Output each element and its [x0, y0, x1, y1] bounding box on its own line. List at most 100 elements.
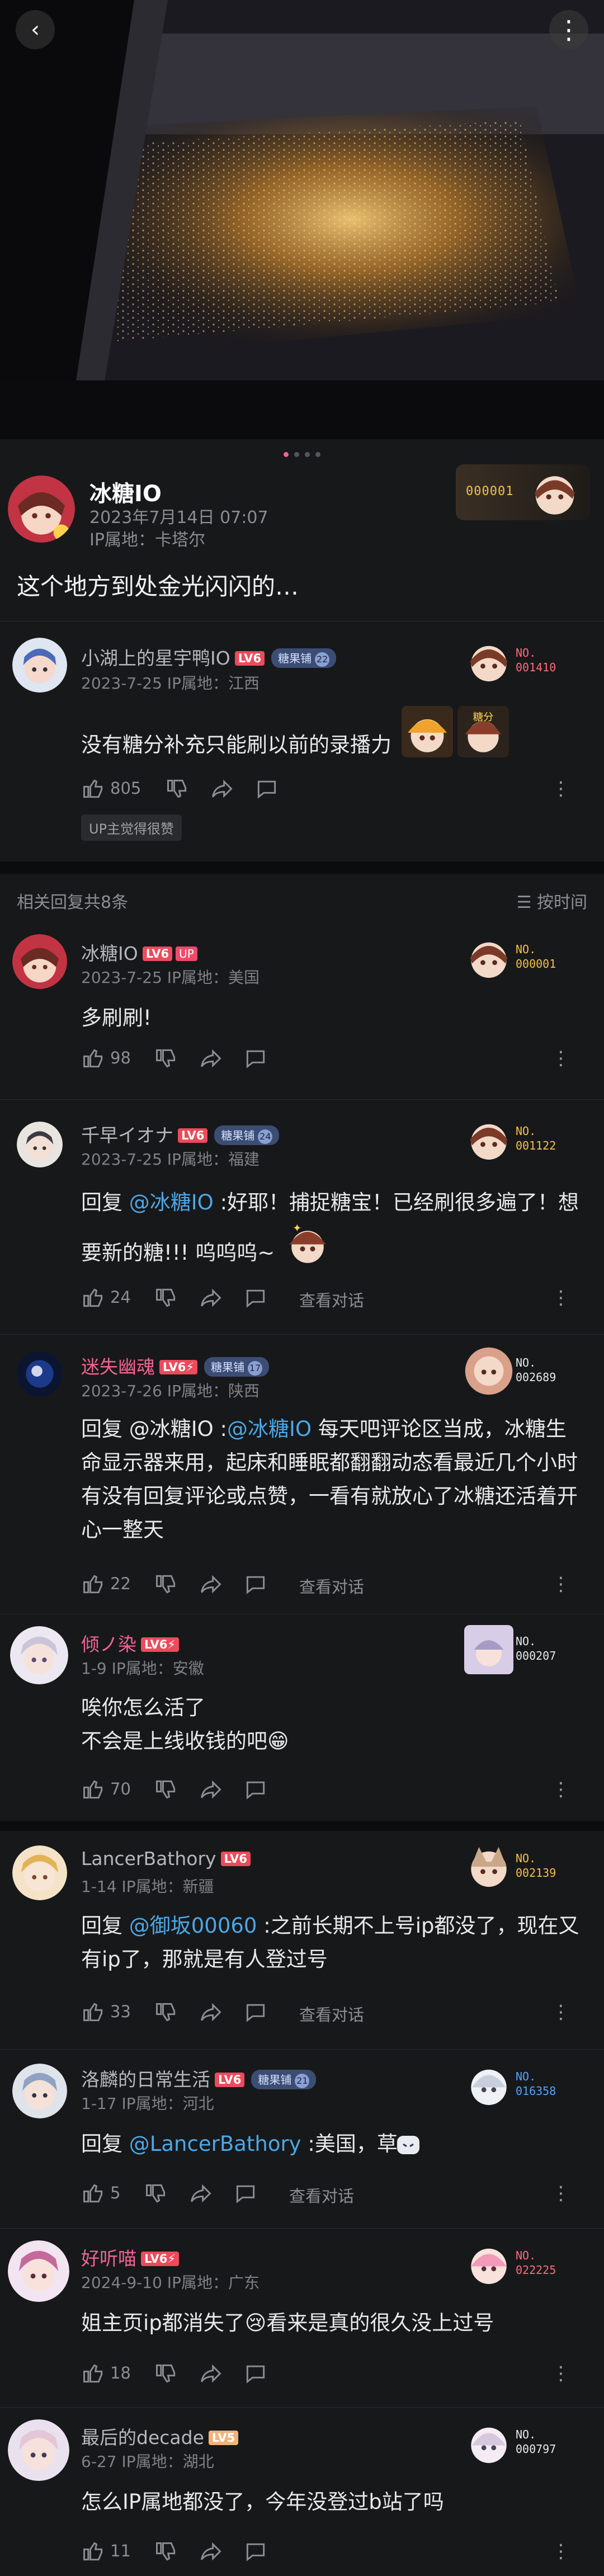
like-icon[interactable]	[81, 1285, 106, 1310]
commenter-avatar[interactable]	[10, 1626, 68, 1684]
share-icon[interactable]	[199, 2000, 223, 2024]
commenter-name[interactable]: 洛麟的日常生活 LV6 糖果铺 21	[81, 2065, 317, 2092]
like-icon[interactable]	[81, 2000, 106, 2024]
reply-icon[interactable]	[243, 2000, 268, 2024]
commenter-name[interactable]: LancerBathory LV6	[81, 1848, 251, 1869]
back-button[interactable]: ‹	[16, 10, 55, 49]
fan-no-badge[interactable]: NO. 001122	[464, 1112, 576, 1167]
share-icon[interactable]	[188, 2181, 213, 2206]
comment-text: 姐主页ip都消失了😢看来是真的很久没上过号	[81, 2311, 494, 2335]
dislike-icon[interactable]	[154, 1285, 178, 1310]
comment-meta: 6-27 IP属地：湖北	[81, 2452, 214, 2471]
up-liked-tag: UP主觉得很赞	[81, 814, 182, 841]
more-button[interactable]: ⋮	[549, 10, 588, 49]
reply-icon[interactable]	[243, 1777, 268, 1802]
reply-icon[interactable]	[243, 2361, 268, 2386]
fan-no-badge[interactable]: NO. 000797	[464, 2415, 576, 2471]
commenter-name[interactable]: 千早イオナ LV6 糖果铺 24	[81, 1120, 280, 1147]
dislike-icon[interactable]	[154, 2539, 178, 2564]
mention-link[interactable]: @LancerBathory	[129, 2132, 301, 2156]
fan-medal[interactable]: 糖果铺 24	[214, 1125, 280, 1145]
like-icon[interactable]	[81, 1777, 106, 1802]
commenter-avatar[interactable]	[17, 1122, 63, 1167]
comment-text-content: :美国，草	[301, 2132, 398, 2156]
fan-no-badge[interactable]: NO. 000207	[464, 1622, 576, 1678]
commenter-name[interactable]: 小湖上的星宇鸭IO LV6 糖果铺 22	[81, 643, 337, 670]
commenter-name[interactable]: 冰糖IO LV6 UP	[81, 939, 197, 966]
fan-medal[interactable]: 糖果铺 17	[204, 1357, 270, 1377]
commenter-avatar[interactable]	[12, 934, 67, 989]
reply-item: 倾ノ染 LV6⚡ 1-9 IP属地：安徽 NO. 000207 唉你怎么活了 不会是上…	[0, 1614, 604, 1821]
mention-link[interactable]: @冰糖IO	[129, 1190, 214, 1214]
dislike-icon[interactable]	[154, 1572, 178, 1597]
like-icon[interactable]	[81, 2361, 106, 2386]
post-image[interactable]: ‹ ⋮	[0, 0, 604, 439]
reply-icon[interactable]	[243, 1046, 268, 1071]
like-count: 98	[110, 1048, 131, 1067]
share-icon[interactable]	[199, 1285, 223, 1310]
commenter-avatar[interactable]	[8, 2240, 69, 2302]
view-conversation-link[interactable]: 查看对话	[289, 2183, 354, 2207]
commenter-avatar[interactable]	[12, 2064, 67, 2118]
fan-no-badge[interactable]: NO. 016358	[464, 2057, 576, 2113]
mention-link[interactable]: @御坂00060	[129, 1914, 257, 1938]
fan-no-badge[interactable]: NO. 000001	[464, 930, 576, 986]
like-icon[interactable]	[81, 776, 106, 801]
dislike-icon[interactable]	[154, 1777, 178, 1802]
comment-more-icon[interactable]: ⋮	[551, 778, 570, 800]
like-icon[interactable]	[81, 2181, 106, 2206]
commenter-name[interactable]: 好听喵 LV6⚡	[81, 2244, 180, 2271]
share-icon[interactable]	[199, 2361, 223, 2386]
view-conversation-link[interactable]: 查看对话	[299, 2002, 364, 2026]
commenter-name[interactable]: 迷失幽魂 LV6⚡ 糖果铺 17	[81, 1352, 270, 1379]
view-conversation-link[interactable]: 查看对话	[299, 1288, 364, 1311]
badge-number: 002689	[516, 1371, 556, 1384]
share-icon[interactable]	[199, 1572, 223, 1597]
like-icon[interactable]	[81, 2539, 106, 2564]
share-icon[interactable]	[199, 1046, 223, 1071]
comment-more-icon[interactable]: ⋮	[551, 1778, 570, 1801]
share-icon[interactable]	[199, 1777, 223, 1802]
comment-more-icon[interactable]: ⋮	[551, 2182, 570, 2205]
fan-medal[interactable]: 糖果铺 21	[251, 2070, 317, 2089]
sort-toggle[interactable]: ☰ 按时间	[517, 888, 587, 913]
comment-more-icon[interactable]: ⋮	[551, 2362, 570, 2385]
mention-link[interactable]: @冰糖IO	[227, 1417, 312, 1441]
reply-icon[interactable]	[243, 1285, 268, 1310]
commenter-avatar[interactable]	[12, 638, 67, 693]
comment-more-icon[interactable]: ⋮	[551, 2001, 570, 2023]
up-tag: UP	[176, 946, 197, 961]
fan-medal[interactable]: 糖果铺 22	[271, 648, 337, 668]
commenter-avatar[interactable]	[12, 1845, 67, 1900]
badge-number: 022225	[516, 2263, 556, 2277]
commenter-avatar[interactable]	[8, 2419, 69, 2481]
dislike-icon[interactable]	[154, 2361, 178, 2386]
view-conversation-link[interactable]: 查看对话	[299, 1574, 364, 1598]
like-icon[interactable]	[81, 1572, 106, 1597]
reply-icon[interactable]	[243, 2539, 268, 2564]
comment-more-icon[interactable]: ⋮	[551, 1287, 570, 1309]
fan-no-badge[interactable]: NO. 002139	[464, 1839, 576, 1895]
commenter-name[interactable]: 倾ノ染 LV6⚡	[81, 1630, 180, 1656]
reply-icon[interactable]	[254, 776, 279, 801]
dislike-icon[interactable]	[165, 776, 190, 801]
like-icon[interactable]	[81, 1046, 106, 1071]
fan-no-badge[interactable]: NO. 022225	[464, 2236, 576, 2292]
comment-more-icon[interactable]: ⋮	[551, 1573, 570, 1595]
share-icon[interactable]	[210, 776, 234, 801]
comment-more-icon[interactable]: ⋮	[551, 1047, 570, 1070]
dislike-icon[interactable]	[154, 2000, 178, 2024]
comment-more-icon[interactable]: ⋮	[551, 2540, 570, 2563]
dislike-icon[interactable]	[154, 1046, 178, 1071]
author-avatar[interactable]	[8, 475, 75, 543]
commenter-avatar[interactable]	[17, 1351, 63, 1397]
fan-badge-card[interactable]: 000001	[456, 464, 590, 520]
reply-icon[interactable]	[243, 1572, 268, 1597]
dislike-icon[interactable]	[144, 2181, 168, 2206]
commenter-name[interactable]: 最后的decade LV5	[81, 2423, 239, 2450]
fan-no-badge[interactable]: NO. 001410	[464, 633, 576, 689]
main-comment: 小湖上的星宇鸭IO LV6 糖果铺 22 2023-7-25 IP属地：江西 NO. 0…	[0, 621, 604, 861]
share-icon[interactable]	[199, 2539, 223, 2564]
reply-icon[interactable]	[233, 2181, 258, 2206]
fan-no-badge[interactable]: NO. 002689	[464, 1343, 576, 1399]
